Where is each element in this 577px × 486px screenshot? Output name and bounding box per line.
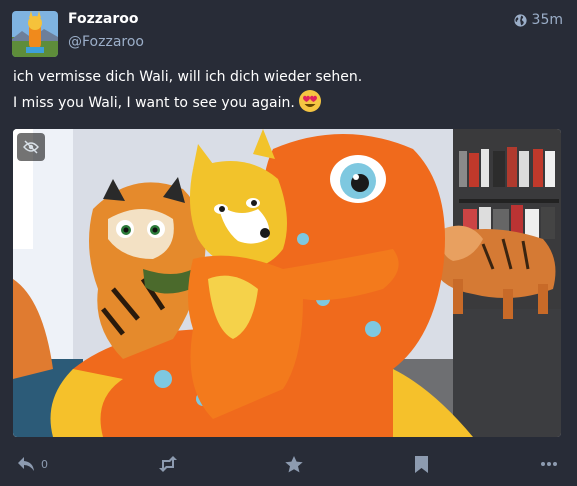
content-line-german: ich vermisse dich Wali, will ich dich wi… bbox=[13, 69, 363, 85]
boost-button[interactable] bbox=[158, 456, 178, 472]
action-bar: 0 bbox=[0, 448, 577, 482]
retweet-icon bbox=[159, 456, 177, 472]
favourite-button[interactable] bbox=[285, 456, 303, 473]
status-card: Fozzaroo @Fozzaroo 35m ich vermisse dich… bbox=[0, 0, 577, 486]
reply-count: 0 bbox=[41, 457, 48, 471]
avatar[interactable] bbox=[12, 11, 58, 57]
heart-eyes-emoji bbox=[298, 90, 321, 112]
more-button[interactable] bbox=[541, 462, 557, 466]
reply-button[interactable]: 0 bbox=[17, 456, 48, 472]
media-photo[interactable] bbox=[13, 129, 561, 437]
photo-image bbox=[13, 129, 561, 437]
eye-slash-icon bbox=[23, 140, 39, 154]
content-line-english: I miss you Wali, I want to see you again… bbox=[13, 89, 563, 115]
display-name[interactable]: Fozzaroo bbox=[68, 11, 139, 27]
bookmark-button[interactable] bbox=[415, 456, 428, 473]
bookmark-icon bbox=[415, 456, 428, 473]
account-handle[interactable]: @Fozzaroo bbox=[68, 34, 144, 50]
ellipsis-icon bbox=[541, 462, 557, 466]
status-meta: 35m bbox=[513, 12, 563, 28]
hide-media-button[interactable] bbox=[17, 133, 45, 161]
status-content: ich vermisse dich Wali, will ich dich wi… bbox=[13, 66, 563, 115]
globe-icon bbox=[513, 13, 527, 27]
content-line-english-text: I miss you Wali, I want to see you again… bbox=[13, 95, 295, 111]
star-icon bbox=[285, 456, 303, 473]
status-time[interactable]: 35m bbox=[532, 12, 563, 28]
reply-icon bbox=[18, 457, 34, 471]
